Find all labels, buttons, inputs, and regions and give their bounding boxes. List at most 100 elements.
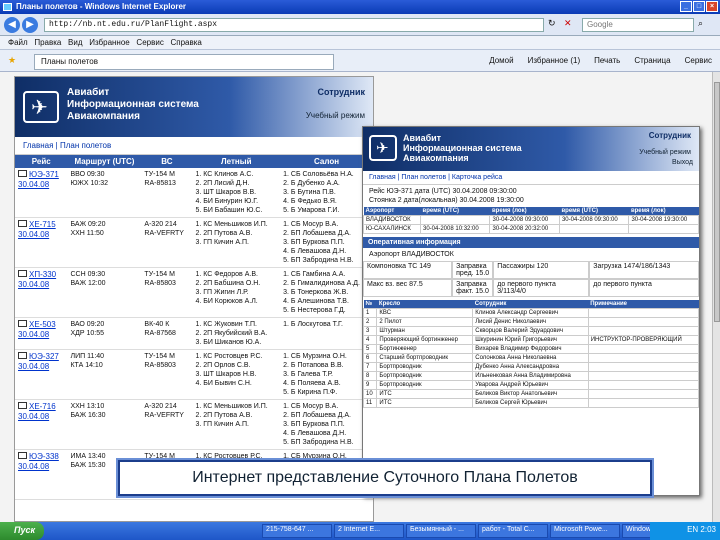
menu-item[interactable]: Файл (8, 38, 28, 47)
table-row: ХЕ-503 30.04.08 ВАО 09:20 ХДР 10:55 ВК-40 КR… (15, 317, 373, 350)
stop-icon[interactable]: ✕ (564, 18, 572, 29)
table-cell: Проверяющий бортинженер (376, 335, 474, 345)
column-header: Салон (280, 155, 373, 168)
menu-item[interactable]: Справка (171, 38, 202, 47)
favorites-button[interactable]: Избранное (1) (528, 56, 581, 65)
brand-title: Авиабит Информационная система Авиакомпа… (403, 133, 522, 163)
table-row: ХЕ-715 30.04.08 БАЖ 09:20 ХХН 11:50 А-320 21… (15, 217, 373, 268)
flight-card-icon[interactable] (18, 220, 27, 227)
column-header: Сотрудник (472, 300, 589, 309)
table-cell (628, 224, 699, 234)
taskbar-button[interactable]: работ - Total C... (478, 524, 548, 538)
flight-link[interactable]: ХЕ-715 (29, 220, 56, 229)
table-row: ЮЭ-327 30.04.08 ЛИП 11:40 КТА 14:10 ТУ-154 М… (15, 349, 373, 400)
table-cell (558, 224, 630, 234)
flight-card-icon[interactable] (18, 270, 27, 277)
flight-cell: ХП-330 30.04.08 (15, 267, 68, 318)
back-icon[interactable]: ◀ (4, 17, 20, 33)
flight-date-link[interactable]: 30.04.08 (18, 412, 49, 421)
search-input[interactable]: Google (582, 18, 694, 32)
flight-card-icon[interactable] (18, 352, 27, 359)
flight-date-link[interactable]: 30.04.08 (18, 180, 49, 189)
scroll-thumb[interactable] (714, 82, 720, 322)
table-cell: 30-04-2008 09:30:00 (558, 215, 630, 225)
table-cell: ИТС (376, 389, 474, 399)
flight-link[interactable]: ЮЭ-338 (29, 452, 59, 461)
forward-icon[interactable]: ▶ (22, 17, 38, 33)
flight-card-icon[interactable] (18, 402, 27, 409)
table-cell: 9 (363, 380, 378, 390)
table-cell: 4 (363, 335, 378, 345)
flight-link[interactable]: ЮЭ-371 (29, 170, 59, 179)
mode-label: Учебный режим (639, 149, 691, 156)
route-cell: ХХН 13:10 БАЖ 16:30 (67, 399, 142, 450)
breadcrumb[interactable]: Главная | План полетов (15, 137, 373, 155)
flight-card-page: Авиабит Информационная система Авиакомпа… (362, 126, 700, 496)
flight-link[interactable]: ХЕ-716 (29, 402, 56, 411)
column-header: № (363, 300, 377, 309)
print-button[interactable]: Печать (594, 56, 620, 65)
route-cell: БАЖ 09:20 ХХН 11:50 (67, 217, 142, 268)
tools-button[interactable]: Сервис (685, 56, 712, 65)
flight-card-icon[interactable] (18, 452, 27, 459)
refresh-icon[interactable]: ↻ (548, 18, 556, 29)
airplane-logo-icon (369, 135, 397, 161)
table-cell: 30-04-2008 19:30:00 (628, 215, 699, 225)
table-row: 1 КВС Клинов Александр Сергеевич (363, 308, 699, 318)
vertical-scrollbar[interactable] (712, 72, 720, 522)
close-button[interactable]: × (706, 1, 718, 12)
flight-link[interactable]: ЮЭ-327 (29, 352, 59, 361)
table-cell: Ю-САХАЛИНСК (363, 224, 421, 234)
flight-date-link[interactable]: 30.04.08 (18, 280, 49, 289)
page-button[interactable]: Страница (634, 56, 670, 65)
table-row: 7 Бортпроводник Дубенко Анна Александровна (363, 362, 699, 372)
flight-date-link[interactable]: 30.04.08 (18, 230, 49, 239)
column-header: время (лок) (628, 207, 699, 216)
flight-date-link[interactable]: 30.04.08 (18, 330, 49, 339)
exit-link[interactable]: Выход (672, 159, 693, 166)
flight-date-link[interactable]: 30.04.08 (18, 362, 49, 371)
home-button[interactable]: Домой (489, 56, 513, 65)
browser-tab[interactable]: Планы полетов (34, 54, 334, 70)
menu-item[interactable]: Правка (34, 38, 61, 47)
column-header: время (UTC) (559, 207, 629, 216)
brand-line: Авиабит (67, 87, 110, 98)
crew-cell: 1. КС Федоров А.В. 2. 2П Бабшина О.Н. 3. Г… (192, 267, 281, 318)
operative-info-header: Оперативная информация (363, 237, 699, 248)
table-cell: Бортинженер (376, 344, 474, 354)
taskbar-button[interactable]: Безымянный - ... (406, 524, 476, 538)
table-cell: Скворцов Валерий Эдуардович (472, 326, 589, 336)
maximize-button[interactable]: □ (693, 1, 705, 12)
minimize-button[interactable]: _ (680, 1, 692, 12)
flight-card-icon[interactable] (18, 320, 27, 327)
table-row: ХЕ-716 30.04.08 ХХН 13:10 БАЖ 16:30 А-320 21… (15, 399, 373, 450)
flight-card-icon[interactable] (18, 170, 27, 177)
start-button[interactable]: Пуск (0, 522, 44, 540)
menu-item[interactable]: Сервис (136, 38, 163, 47)
breadcrumb[interactable]: Главная | План полетов | Карточка рейса (363, 171, 699, 185)
flight-link[interactable]: ХЕ-503 (29, 320, 56, 329)
column-header: Кресло (376, 300, 473, 309)
table-cell: Беликов Сергей Юрьевич (472, 398, 589, 408)
menu-item[interactable]: Избранное (89, 38, 130, 47)
table-cell: Клинов Александр Сергеевич (472, 308, 589, 318)
cabin-cell: 1. СБ Мурзина О.Н.2. Б Потапова В.В.3. Б… (280, 349, 373, 400)
flight-link[interactable]: ХП-330 (29, 270, 56, 279)
search-icon[interactable]: ⌕ (698, 18, 703, 29)
brand-line: Авиакомпания (67, 111, 140, 122)
url-field[interactable]: http://nb.nt.edu.ru/PlanFlight.aspx (44, 18, 544, 32)
flight-date-link[interactable]: 30.04.08 (18, 462, 49, 471)
taskbar-button[interactable]: 215-758-647 ... (262, 524, 332, 538)
table-cell: 30-04-2008 10:32:00 (419, 224, 491, 234)
crew-cell: 1. КС Клинов А.С. 2. 2П Лисий Д.Н. 3. ШТ Ш… (192, 168, 281, 218)
flight-cell: ХЕ-715 30.04.08 (15, 217, 68, 268)
ie-icon (3, 3, 12, 11)
table-cell: 2 (363, 317, 378, 327)
taskbar-button[interactable]: 2 Internet E... (334, 524, 404, 538)
crew-cell: 1. КС Ростовцев Р.С.2. 2П Орлов С.В.3. Ш… (192, 349, 281, 400)
favorites-star-icon[interactable]: ★ (8, 55, 16, 66)
menu-item[interactable]: Вид (68, 38, 82, 47)
taskbar-button[interactable]: Microsoft Powe... (550, 524, 620, 538)
table-cell: 10 (363, 389, 378, 399)
taskbar: Пуск 215-758-647 ... 2 Internet E... Безым… (0, 522, 720, 540)
